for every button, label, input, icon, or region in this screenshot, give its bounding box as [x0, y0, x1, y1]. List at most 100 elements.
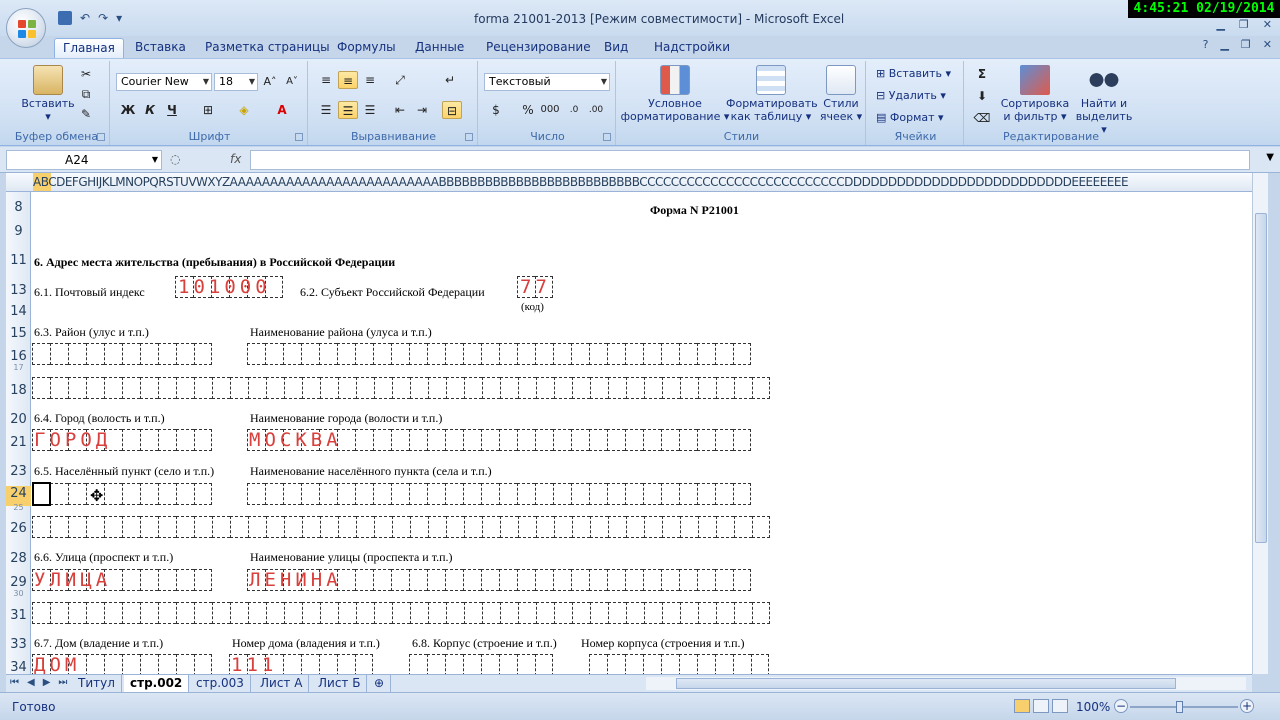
vertical-scroll-thumb[interactable] [1255, 213, 1267, 543]
sheet-tab-list-b[interactable]: Лист Б [312, 675, 368, 692]
vertical-scrollbar[interactable] [1252, 173, 1268, 674]
row-header[interactable]: 9 [6, 224, 31, 239]
row-header[interactable]: 25 [6, 503, 31, 512]
row-header[interactable]: 13 [6, 283, 31, 298]
borders-icon[interactable]: ⊞ [198, 101, 218, 119]
tab-home[interactable]: Главная [54, 38, 124, 58]
row-headers[interactable]: 8 9 11 13 14 15 16 17 18 20 21 23 24 25 … [6, 192, 31, 675]
wrap-text-icon[interactable]: ↵ [440, 71, 460, 89]
underline-button[interactable]: Ч [162, 101, 182, 119]
sheet-tab-list-a[interactable]: Лист А [254, 675, 310, 692]
insert-sheet-icon[interactable]: ⊕ [368, 675, 392, 692]
tab-insert[interactable]: Вставка [127, 38, 194, 58]
expand-formula-icon[interactable]: ▼ [1266, 152, 1274, 163]
sort-filter-button[interactable]: Сортировка и фильтр ▾ [1000, 65, 1070, 123]
page-break-view-icon[interactable] [1052, 699, 1068, 713]
formula-input[interactable] [250, 150, 1250, 170]
align-bottom-icon[interactable]: ≡ [360, 71, 380, 89]
sheet-tab-page-003[interactable]: стр.003 [190, 675, 251, 692]
font-launcher[interactable] [295, 133, 303, 141]
cell-styles-button[interactable]: Стили ячеек ▾ [818, 65, 864, 123]
clear-icon[interactable]: ⌫ [972, 109, 992, 127]
italic-button[interactable]: К [140, 101, 160, 119]
next-sheet-icon[interactable]: ▶ [43, 677, 51, 688]
autosum-button[interactable]: Σ [972, 65, 992, 83]
worksheet-grid[interactable]: Форма N Р21001 6. Адрес места жительства… [31, 192, 1252, 674]
thousands-button[interactable]: 000 [540, 101, 560, 119]
sheet-tab-page-002[interactable]: стр.002 [124, 675, 190, 692]
fill-color-icon[interactable]: ◈ [234, 101, 254, 119]
copy-icon[interactable]: ⧉ [76, 85, 96, 103]
formula-resize-icon[interactable]: ◌ [170, 150, 180, 168]
row-header[interactable]: 8 [6, 200, 31, 215]
alignment-launcher[interactable] [465, 133, 473, 141]
last-sheet-icon[interactable]: ⏭ [58, 677, 67, 688]
save-icon[interactable] [58, 11, 72, 25]
increase-indent-icon[interactable]: ⇥ [412, 101, 432, 119]
decrease-decimal-icon[interactable]: .00 [586, 101, 606, 119]
zoom-slider-knob[interactable] [1176, 701, 1183, 713]
locality-extra-boxes[interactable] [32, 516, 770, 538]
district-extra-boxes[interactable] [32, 377, 770, 399]
redo-icon[interactable]: ↷ [98, 11, 108, 25]
column-headers[interactable]: ABCDEFGHIJKLMNOPQRSTUVWXYZAAAAAAAAAAAAAA… [6, 173, 1252, 192]
row-header[interactable]: 16 [6, 349, 31, 364]
name-box[interactable]: A24 ▼ [6, 150, 162, 170]
cut-icon[interactable]: ✂ [76, 65, 96, 83]
format-painter-icon[interactable]: ✎ [76, 105, 96, 123]
tab-view[interactable]: Вид [596, 38, 636, 58]
zoom-in-icon[interactable]: + [1240, 699, 1254, 713]
percent-button[interactable]: % [518, 101, 538, 119]
office-button[interactable] [6, 8, 46, 48]
row-header[interactable]: 21 [6, 435, 31, 450]
tab-page-layout[interactable]: Разметка страницы [197, 38, 338, 58]
row-header[interactable]: 28 [6, 551, 31, 566]
decrease-indent-icon[interactable]: ⇤ [390, 101, 410, 119]
tab-review[interactable]: Рецензирование [478, 38, 599, 58]
insert-cells-button[interactable]: ⊞ Вставить ▾ [876, 67, 951, 80]
align-right-icon[interactable]: ☰ [360, 101, 380, 119]
row-header[interactable]: 20 [6, 412, 31, 427]
row-header[interactable]: 15 [6, 326, 31, 341]
row-header[interactable]: 31 [6, 608, 31, 623]
minimize-icon[interactable]: ▁ [1216, 18, 1224, 31]
grow-font-icon[interactable]: A˄ [260, 73, 280, 91]
number-format-select[interactable]: Текстовый ▼ [484, 73, 610, 91]
page-layout-view-icon[interactable] [1033, 699, 1049, 713]
delete-cells-button[interactable]: ⊟ Удалить ▾ [876, 89, 946, 102]
find-select-button[interactable]: Найти и выделить ▾ [1074, 65, 1134, 136]
close-icon[interactable]: ✕ [1263, 18, 1272, 31]
help-icon[interactable]: ? [1203, 38, 1209, 51]
bold-button[interactable]: Ж [118, 101, 138, 119]
row-header[interactable]: 18 [6, 383, 31, 398]
zoom-slider[interactable]: − + [1114, 699, 1254, 715]
align-center-icon[interactable]: ☰ [338, 101, 358, 119]
fx-icon[interactable]: fx [230, 150, 241, 168]
district-boxes[interactable] [32, 343, 212, 365]
conditional-formatting-button[interactable]: Условное форматирование ▾ [620, 65, 730, 123]
shrink-font-icon[interactable]: A˅ [282, 73, 302, 91]
row-header[interactable]: 29 [6, 575, 31, 590]
district-name-boxes[interactable] [247, 343, 751, 365]
font-color-icon[interactable]: A [272, 101, 292, 119]
tab-addins[interactable]: Надстройки [646, 38, 738, 58]
row-header[interactable]: 23 [6, 464, 31, 479]
format-as-table-button[interactable]: Форматировать как таблицу ▾ [726, 65, 818, 123]
building-boxes[interactable] [409, 654, 553, 674]
prev-sheet-icon[interactable]: ◀ [27, 677, 35, 688]
first-sheet-icon[interactable]: ⏮ [10, 677, 19, 688]
undo-icon[interactable]: ↶ [80, 11, 90, 25]
tab-formulas[interactable]: Формулы [329, 38, 404, 58]
zoom-level[interactable]: 100% [1076, 700, 1110, 714]
font-name-select[interactable]: Courier New ▼ [116, 73, 212, 91]
align-left-icon[interactable]: ☰ [316, 101, 336, 119]
row-header[interactable]: 14 [6, 304, 31, 319]
row-header[interactable]: 26 [6, 521, 31, 536]
clipboard-launcher[interactable] [97, 133, 105, 141]
active-cell-cursor[interactable] [32, 482, 51, 506]
font-size-select[interactable]: 18 ▼ [214, 73, 258, 91]
row-header[interactable]: 17 [6, 363, 31, 372]
align-top-icon[interactable]: ≡ [316, 71, 336, 89]
locality-boxes[interactable] [32, 483, 212, 505]
number-launcher[interactable] [603, 133, 611, 141]
